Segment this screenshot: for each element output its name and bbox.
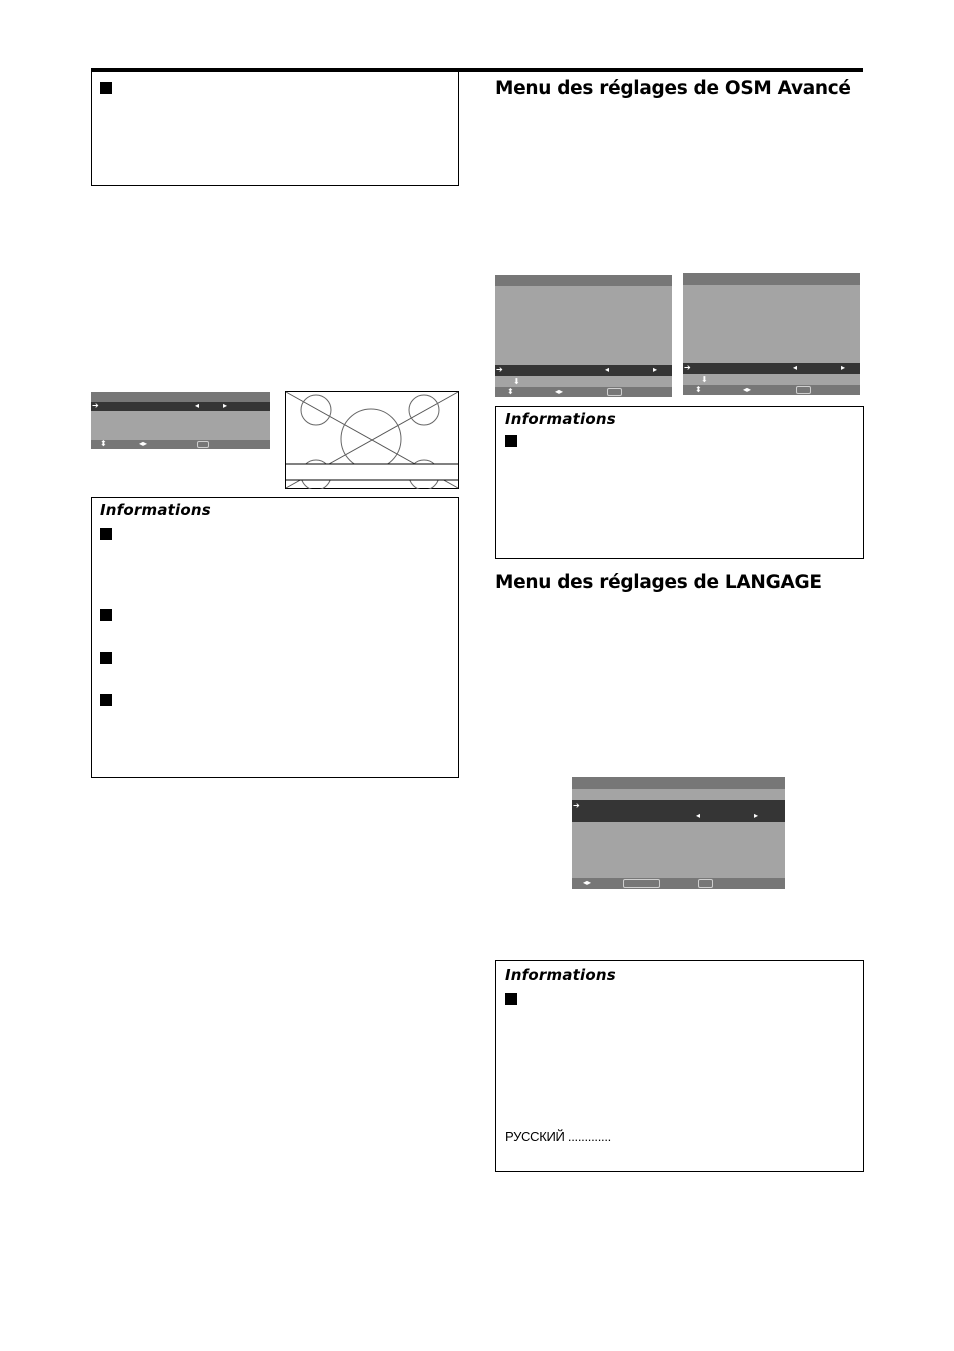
right-triangle-icon[interactable]: ▸: [754, 812, 758, 820]
section-heading-langage: Menu des réglages de LANGAGE: [495, 572, 822, 593]
left-right-icon: ◂▸: [743, 385, 752, 394]
down-arrow-icon: ⬇: [513, 377, 520, 386]
osd-footer: ⬍ ◂▸: [91, 440, 270, 449]
bullet-square-icon: [100, 652, 112, 664]
down-arrow-icon: ⬇: [701, 375, 708, 384]
bullet-square-icon: [100, 528, 112, 540]
right-triangle-icon[interactable]: ▸: [841, 364, 845, 372]
up-down-icon: ⬍: [100, 439, 107, 448]
up-down-icon: ⬍: [695, 385, 702, 394]
right-triangle-icon[interactable]: ▸: [653, 366, 657, 374]
osd-menu-advanced-2: ➔ ◂ ▸ ⬇ ⬍ ◂▸: [683, 273, 860, 395]
screen-diagram: [285, 391, 459, 489]
bullet-square-icon: [100, 694, 112, 706]
letterbox-band: [285, 463, 459, 481]
info-title: Informations: [505, 966, 616, 984]
osd-title-bar: [572, 777, 785, 789]
osd-footer: ⬍ ◂▸: [495, 387, 672, 397]
language-line-russian: РУССКИЙ .............: [505, 1129, 611, 1144]
up-down-icon: ⬍: [507, 387, 514, 396]
osd-title-bar: [495, 275, 672, 286]
wide-button-outline-icon: [623, 879, 660, 888]
bullet-square-icon: [505, 435, 517, 447]
osd-selected-row[interactable]: ➔ ◂ ▸: [91, 402, 270, 411]
osd-selected-row[interactable]: ➔ ◂ ▸: [683, 363, 860, 374]
info-box-left: Informations: [91, 497, 459, 778]
right-arrow-icon: ➔: [684, 363, 691, 372]
left-triangle-icon[interactable]: ◂: [605, 366, 609, 374]
info-title: Informations: [505, 410, 616, 428]
osd-title-bar: [683, 273, 860, 285]
right-triangle-icon[interactable]: ▸: [223, 402, 227, 410]
bullet-square-icon: [505, 993, 517, 1005]
note-box: [91, 72, 459, 186]
info-box-osm-avance: Informations: [495, 406, 864, 559]
osd-selected-row[interactable]: ➔ ◂ ▸: [495, 365, 672, 376]
bullet-square-icon: [100, 609, 112, 621]
info-title: Informations: [100, 501, 211, 519]
button-outline-icon: [796, 386, 811, 394]
section-heading-osm-avance: Menu des réglages de OSM Avancé: [495, 78, 851, 99]
bullet-square-icon: [100, 82, 112, 94]
right-arrow-icon: ➔: [573, 801, 580, 810]
right-arrow-icon: ➔: [496, 365, 503, 374]
left-right-icon: ◂▸: [555, 387, 564, 396]
button-outline-icon: [197, 441, 209, 448]
left-triangle-icon[interactable]: ◂: [195, 402, 199, 410]
button-outline-icon: [698, 879, 713, 888]
osd-selected-row[interactable]: ➔ ◂ ▸: [572, 800, 785, 822]
right-arrow-icon: ➔: [92, 401, 99, 410]
left-triangle-icon[interactable]: ◂: [793, 364, 797, 372]
osd-title-bar: [91, 392, 270, 402]
left-right-icon: ◂▸: [583, 878, 592, 887]
osd-menu-language: ➔ ◂ ▸ ◂▸: [572, 777, 785, 889]
osd-menu-advanced-1: ➔ ◂ ▸ ⬇ ⬍ ◂▸: [495, 275, 672, 397]
osd-footer: ◂▸: [572, 878, 785, 889]
button-outline-icon: [607, 388, 622, 396]
info-box-langage: Informations РУССКИЙ .............: [495, 960, 864, 1172]
osd-footer: ⬍ ◂▸: [683, 385, 860, 395]
left-triangle-icon[interactable]: ◂: [696, 812, 700, 820]
osd-menu-screen-size: ➔ ◂ ▸ ⬍ ◂▸: [91, 392, 270, 449]
left-right-icon: ◂▸: [139, 439, 148, 448]
